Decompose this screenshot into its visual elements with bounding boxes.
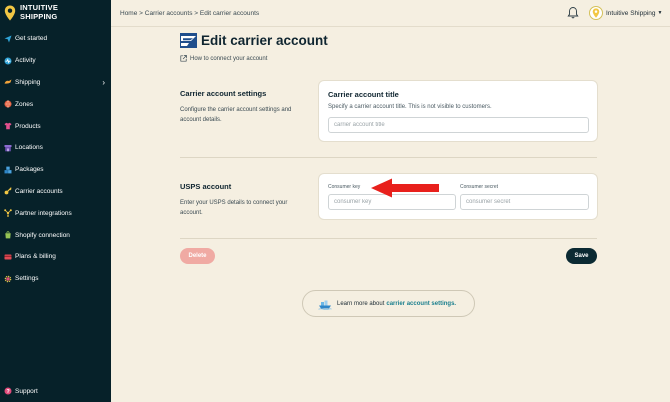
account-name: Intuitive Shipping bbox=[606, 9, 656, 17]
bell-icon[interactable] bbox=[566, 6, 580, 20]
help-link[interactable]: How to connect your account bbox=[180, 55, 267, 62]
sidebar-item-get-started[interactable]: Get started bbox=[0, 28, 111, 50]
settings-section-description: Configure the carrier account settings a… bbox=[180, 107, 292, 123]
help-circle-icon: ? bbox=[4, 387, 12, 395]
shopify-icon bbox=[4, 231, 12, 239]
sidebar-nav: Get started Activity Shipping › Zones Pr… bbox=[0, 28, 111, 290]
store-icon bbox=[4, 144, 12, 152]
sidebar-item-label: Activity bbox=[15, 57, 36, 65]
sidebar-item-settings[interactable]: Settings bbox=[0, 268, 111, 290]
sidebar-item-activity[interactable]: Activity bbox=[0, 50, 111, 72]
globe-icon bbox=[4, 100, 12, 108]
consumer-secret-input[interactable] bbox=[460, 194, 589, 210]
sidebar-item-label: Carrier accounts bbox=[15, 187, 63, 195]
brand-logo[interactable]: INTUITIVE SHIPPING bbox=[4, 3, 58, 21]
sidebar-item-shipping[interactable]: Shipping › bbox=[0, 72, 111, 94]
page-header: Edit carrier account bbox=[180, 33, 328, 48]
red-arrow-annotation bbox=[371, 178, 439, 198]
breadcrumb-current: Edit carrier accounts bbox=[199, 10, 260, 17]
page-title: Edit carrier account bbox=[201, 33, 328, 48]
billing-icon bbox=[4, 253, 12, 261]
sidebar-item-label: Packages bbox=[15, 166, 44, 174]
shirt-icon bbox=[4, 122, 12, 130]
breadcrumb-carrier-accounts[interactable]: Carrier accounts bbox=[145, 10, 193, 17]
breadcrumb-separator: > bbox=[194, 10, 199, 17]
delete-button[interactable]: Delete bbox=[180, 248, 215, 264]
sidebar-item-label: Plans & billing bbox=[15, 253, 56, 261]
boxes-icon bbox=[4, 166, 12, 174]
sidebar-item-label: Shopify connection bbox=[15, 231, 70, 239]
carrier-title-input[interactable] bbox=[328, 117, 589, 133]
settings-section-title: Carrier account settings bbox=[180, 89, 267, 98]
sidebar-item-label: Locations bbox=[15, 144, 43, 152]
carrier-title-card: Carrier account title Specify a carrier … bbox=[318, 80, 598, 142]
learn-more-banner: Learn more about carrier account setting… bbox=[302, 290, 475, 317]
sidebar-item-label: Settings bbox=[15, 275, 39, 283]
top-bar: Home > Carrier accounts > Edit carrier a… bbox=[111, 0, 670, 27]
ship-illustration-icon bbox=[318, 300, 332, 310]
activity-icon bbox=[4, 57, 12, 65]
sidebar-item-products[interactable]: Products bbox=[0, 115, 111, 137]
gear-icon bbox=[4, 275, 12, 283]
avatar bbox=[589, 6, 603, 20]
sidebar-item-label: Zones bbox=[15, 100, 34, 108]
sidebar-item-carrier-accounts[interactable]: Carrier accounts bbox=[0, 181, 111, 203]
actions-divider bbox=[180, 238, 597, 239]
key-icon bbox=[4, 187, 12, 195]
usps-logo-icon bbox=[180, 33, 197, 48]
external-link-icon bbox=[180, 55, 187, 62]
chevron-right-icon: › bbox=[102, 77, 105, 87]
brand-name-line2: SHIPPING bbox=[20, 11, 58, 21]
location-pin-icon bbox=[592, 8, 600, 18]
learn-more-prefix: Learn more about bbox=[337, 300, 385, 307]
sidebar-item-label: Partner integrations bbox=[15, 209, 72, 217]
caret-down-icon: ▼ bbox=[657, 10, 663, 16]
shipping-icon bbox=[4, 78, 12, 86]
consumer-secret-label: Consumer secret bbox=[460, 184, 499, 190]
sidebar-item-label: Get started bbox=[15, 35, 48, 43]
breadcrumb-separator: > bbox=[139, 10, 143, 17]
usps-credentials-card: Consumer key Consumer secret bbox=[318, 173, 598, 220]
sidebar-item-label: Products bbox=[15, 122, 41, 130]
account-menu[interactable]: Intuitive Shipping ▼ bbox=[589, 5, 662, 21]
sidebar-item-partner-integrations[interactable]: Partner integrations bbox=[0, 202, 111, 224]
sidebar-item-locations[interactable]: Locations bbox=[0, 137, 111, 159]
section-divider bbox=[180, 157, 597, 158]
sidebar-item-packages[interactable]: Packages bbox=[0, 159, 111, 181]
sidebar-item-label: Shipping bbox=[15, 78, 41, 86]
sidebar-item-support[interactable]: ? Support bbox=[4, 387, 38, 395]
learn-more-link[interactable]: carrier account settings. bbox=[386, 301, 456, 307]
support-label: Support bbox=[15, 387, 38, 395]
sidebar: INTUITIVE SHIPPING Get started Activity … bbox=[0, 0, 111, 402]
send-icon bbox=[4, 35, 12, 43]
location-pin-icon bbox=[4, 5, 16, 21]
sidebar-item-shopify-connection[interactable]: Shopify connection bbox=[0, 224, 111, 246]
usps-section-description: Enter your USPS details to connect your … bbox=[180, 200, 288, 216]
help-link-label: How to connect your account bbox=[190, 55, 268, 62]
consumer-key-label: Consumer key bbox=[328, 184, 361, 190]
carrier-title-card-heading: Carrier account title bbox=[328, 90, 399, 99]
usps-section-title: USPS account bbox=[180, 182, 232, 191]
sidebar-item-zones[interactable]: Zones bbox=[0, 93, 111, 115]
network-icon bbox=[4, 209, 12, 218]
sidebar-item-plans-billing[interactable]: Plans & billing bbox=[0, 246, 111, 268]
save-button[interactable]: Save bbox=[566, 248, 597, 264]
breadcrumb: Home > Carrier accounts > Edit carrier a… bbox=[120, 10, 259, 17]
carrier-title-card-subtitle: Specify a carrier account title. This is… bbox=[328, 104, 492, 110]
breadcrumb-home[interactable]: Home bbox=[120, 10, 137, 17]
